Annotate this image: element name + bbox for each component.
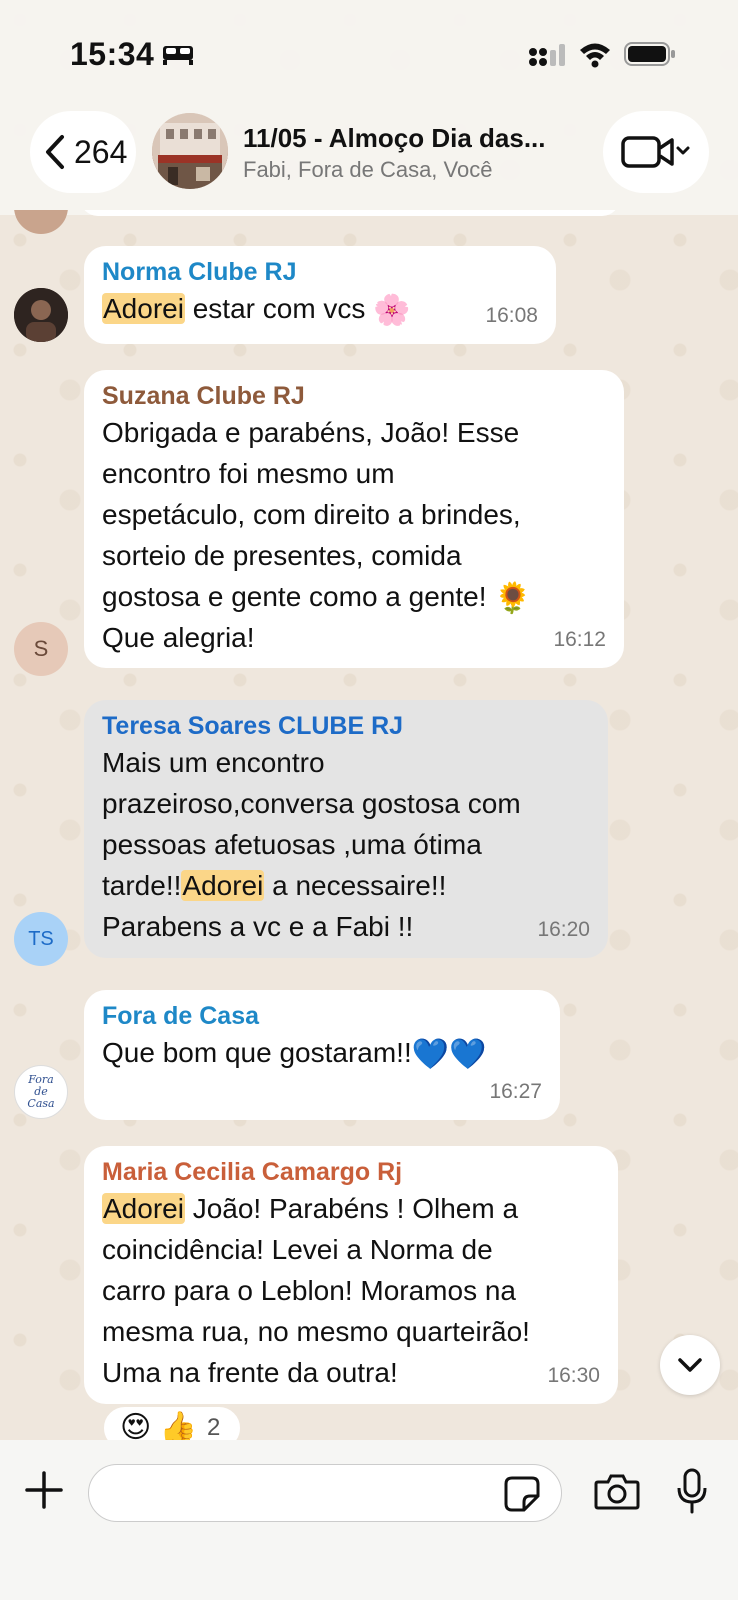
sleep-focus-icon (163, 46, 193, 65)
message-list[interactable]: Norma Clube RJ Adorei estar com vcs 🌸 16… (0, 210, 738, 1440)
previous-sender-avatar[interactable] (14, 210, 68, 234)
message-bubble[interactable]: Maria Cecilia Camargo Rj Adorei João! Pa… (84, 1146, 618, 1404)
message-bubble[interactable]: Suzana Clube RJ Obrigada e parabéns, Joã… (84, 370, 624, 668)
message-time: 16:20 (537, 918, 590, 941)
group-avatar[interactable] (152, 113, 228, 189)
sender-avatar-norma[interactable] (14, 288, 68, 342)
message-reactions[interactable]: 😍 👍 2 (102, 1405, 242, 1440)
back-button[interactable]: 264 (30, 111, 136, 193)
message-text: Adorei João! Parabéns ! Olhem a coincidê… (102, 1193, 530, 1388)
chevron-left-icon (46, 135, 64, 169)
status-time: 15:34 (70, 36, 155, 72)
message-time: 16:08 (485, 304, 538, 327)
group-photo-image (152, 113, 228, 189)
battery-icon (624, 42, 675, 66)
sender-avatar-fora-de-casa[interactable]: Fora de Casa (14, 1065, 68, 1119)
message-sender: Teresa Soares CLUBE RJ (102, 712, 404, 740)
sunflower-emoji: 🌻 (494, 582, 532, 615)
highlighted-keyword: Adorei (102, 293, 185, 324)
cellular-signal-icon (529, 44, 565, 66)
scroll-to-bottom-button[interactable] (660, 1335, 720, 1395)
video-call-button[interactable] (603, 111, 709, 193)
reaction-emojis: 😍 👍 (120, 1411, 197, 1441)
group-members[interactable]: Fabi, Fora de Casa, Você (243, 157, 492, 183)
avatar-photo-image (14, 288, 68, 342)
message-time: 16:12 (553, 628, 606, 651)
highlighted-keyword: Adorei (181, 870, 265, 901)
message-bubble[interactable]: Fora de Casa Que bom que gostaram!!💙💙 16… (84, 990, 560, 1120)
sender-avatar-teresa[interactable]: TS (14, 912, 68, 966)
blue-heart-emoji: 💙💙 (411, 1038, 487, 1071)
message-sender: Suzana Clube RJ (102, 382, 305, 410)
message-text: Mais um encontro prazeiroso,conversa gos… (102, 747, 521, 942)
composer-bar (0, 1440, 738, 1600)
message-time: 16:27 (489, 1080, 542, 1103)
chevron-down-icon (678, 1358, 702, 1372)
chat-header: 264 11/05 - Almoço Dia das... Fabi, Fora… (0, 105, 738, 215)
message-text: Adorei estar com vcs 🌸 (102, 293, 411, 327)
cherry-blossom-emoji: 🌸 (373, 294, 411, 327)
message-bubble[interactable]: Norma Clube RJ Adorei estar com vcs 🌸 16… (84, 246, 556, 344)
unread-count: 264 (74, 133, 128, 170)
reaction-count: 2 (206, 1414, 221, 1440)
group-title[interactable]: 11/05 - Almoço Dia das... (243, 123, 546, 154)
sender-avatar-suzana[interactable]: S (14, 622, 68, 676)
message-text: Obrigada e parabéns, João! Esse encontro… (102, 417, 532, 653)
message-sender: Norma Clube RJ (102, 258, 297, 286)
message-sender: Maria Cecilia Camargo Rj (102, 1158, 403, 1186)
message-time: 16:30 (547, 1364, 600, 1387)
message-bubble-selected[interactable]: Teresa Soares CLUBE RJ Mais um encontro … (84, 700, 608, 958)
logo-text: Fora de Casa (27, 1073, 55, 1110)
camera-icon[interactable] (594, 1472, 640, 1512)
video-camera-icon (621, 136, 690, 168)
sticker-icon[interactable] (504, 1476, 540, 1512)
message-input[interactable] (88, 1464, 562, 1522)
status-bar: 15:34 (0, 0, 738, 105)
plus-icon[interactable] (24, 1470, 64, 1510)
previous-message-bubble[interactable] (80, 210, 620, 216)
message-text: Que bom que gostaram!!💙💙 (102, 1037, 487, 1071)
microphone-icon[interactable] (676, 1468, 708, 1514)
highlighted-keyword: Adorei (102, 1193, 185, 1224)
message-sender: Fora de Casa (102, 1002, 260, 1030)
wifi-icon (580, 43, 610, 68)
